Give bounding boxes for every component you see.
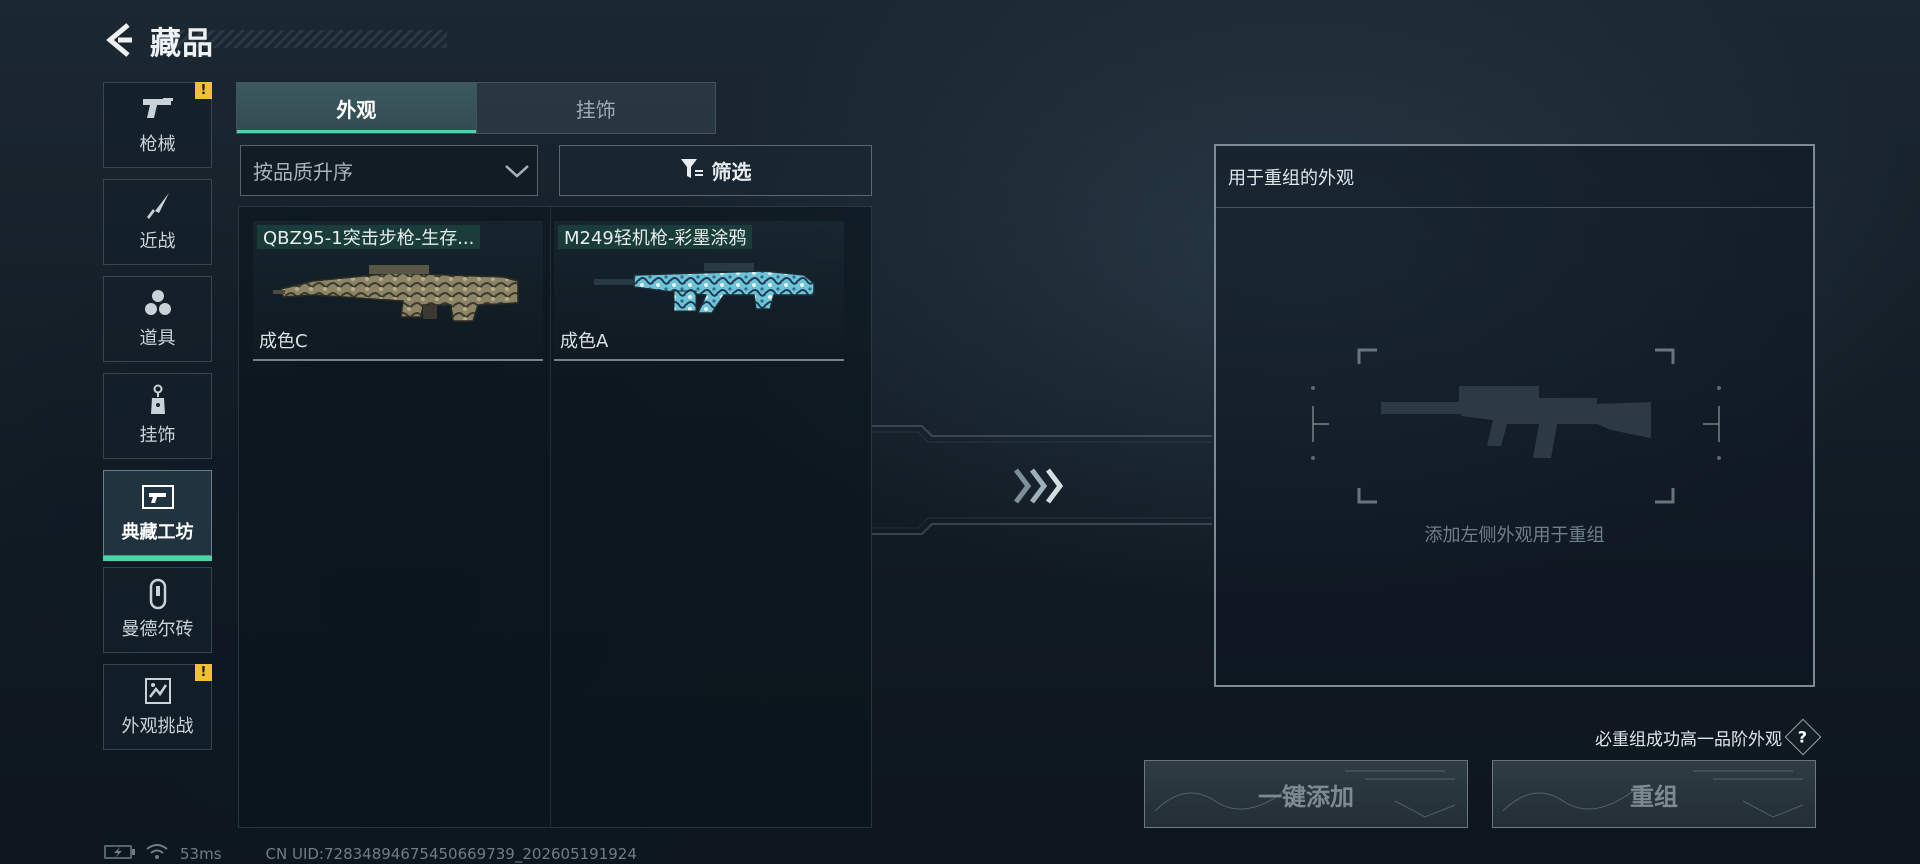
upgrade-note-text: 必重组成功高一品阶外观	[1595, 729, 1782, 750]
filter-icon	[680, 158, 704, 184]
sidebar-item-label: 外观挑战	[121, 716, 194, 737]
collection-tabs: 外观 挂饰	[236, 82, 716, 134]
category-sidebar: ! 枪械 近战 道具 挂饰 典藏工坊 曼德尔砖 ! 外观挑战	[103, 82, 212, 761]
help-label: ?	[1798, 727, 1808, 747]
skin-list-panel: QBZ95-1突击步枪-生存... 成色C M249轻机枪-彩墨涂鸦 成色A	[238, 206, 872, 828]
warning-badge: !	[195, 664, 212, 681]
wifi-icon	[146, 844, 168, 864]
page-header: 藏品	[102, 18, 214, 62]
sidebar-item-label: 枪械	[139, 134, 176, 155]
filter-button[interactable]: 筛选	[559, 145, 872, 196]
tab-charms[interactable]: 挂饰	[475, 83, 716, 133]
sidebar-item-guns[interactable]: ! 枪械	[103, 82, 212, 168]
recombine-panel[interactable]: 用于重组的外观 添加左侧外观用于重组	[1214, 144, 1815, 687]
charm-icon	[141, 384, 175, 415]
sidebar-item-label: 典藏工坊	[121, 522, 194, 543]
knife-icon	[141, 191, 175, 221]
workshop-icon	[141, 482, 175, 512]
m249-lmg-image	[574, 251, 834, 331]
skin-card-title: QBZ95-1突击步枪-生存...	[257, 225, 481, 249]
sidebar-item-mandel-brick[interactable]: 曼德尔砖	[103, 567, 212, 653]
sidebar-item-skin-challenge[interactable]: ! 外观挑战	[103, 664, 212, 750]
rifle-placeholder-icon	[1311, 346, 1721, 506]
recombine-button[interactable]: 重组	[1492, 760, 1816, 828]
ping-value: 53ms	[180, 845, 222, 863]
column-divider	[550, 207, 551, 827]
back-arrow-icon[interactable]	[102, 20, 136, 60]
challenge-icon	[141, 676, 175, 706]
grenades-icon	[141, 288, 175, 318]
tab-appearance[interactable]: 外观	[237, 83, 476, 133]
skin-card-grade: 成色A	[560, 331, 609, 352]
skin-card-grade: 成色C	[259, 331, 308, 352]
sidebar-item-items[interactable]: 道具	[103, 276, 212, 362]
skin-card-m249[interactable]: M249轻机枪-彩墨涂鸦 成色A	[554, 221, 844, 361]
mandel-brick-icon	[141, 578, 175, 610]
recombine-panel-title: 用于重组的外观	[1216, 146, 1813, 208]
empty-hint: 添加左侧外观用于重组	[1424, 525, 1605, 546]
sidebar-item-label: 挂饰	[139, 425, 176, 446]
pistol-icon	[141, 94, 175, 124]
chevron-down-icon	[497, 164, 537, 178]
sort-value: 按品质升序	[253, 160, 353, 184]
filter-label: 筛选	[711, 160, 752, 184]
sort-dropdown[interactable]: 按品质升序	[240, 145, 538, 196]
warning-badge: !	[195, 82, 212, 99]
sidebar-item-melee[interactable]: 近战	[103, 179, 212, 265]
chevrons-right-icon	[1012, 466, 1072, 506]
sidebar-item-label: 道具	[139, 328, 176, 349]
upgrade-note: 必重组成功高一品阶外观 ?	[1520, 718, 1822, 756]
sidebar-item-label: 曼德尔砖	[121, 619, 194, 640]
sidebar-item-charms[interactable]: 挂饰	[103, 373, 212, 459]
sidebar-item-workshop[interactable]: 典藏工坊	[103, 470, 212, 561]
status-bar: 53ms CN UID:72834894675450669739_2026051…	[104, 844, 637, 864]
add-all-button[interactable]: 一键添加	[1144, 760, 1468, 828]
page-title: 藏品	[150, 25, 214, 62]
recombine-label: 重组	[1630, 782, 1678, 811]
qbz95-rifle-image	[273, 251, 533, 331]
add-all-label: 一键添加	[1258, 782, 1354, 811]
skin-card-qbz95[interactable]: QBZ95-1突击步枪-生存... 成色C	[253, 221, 543, 361]
help-icon[interactable]: ?	[1784, 718, 1822, 756]
user-uid: CN UID:72834894675450669739_202605191924	[265, 845, 637, 863]
battery-icon	[104, 844, 136, 864]
sidebar-item-label: 近战	[139, 231, 176, 252]
skin-card-title: M249轻机枪-彩墨涂鸦	[558, 225, 753, 249]
